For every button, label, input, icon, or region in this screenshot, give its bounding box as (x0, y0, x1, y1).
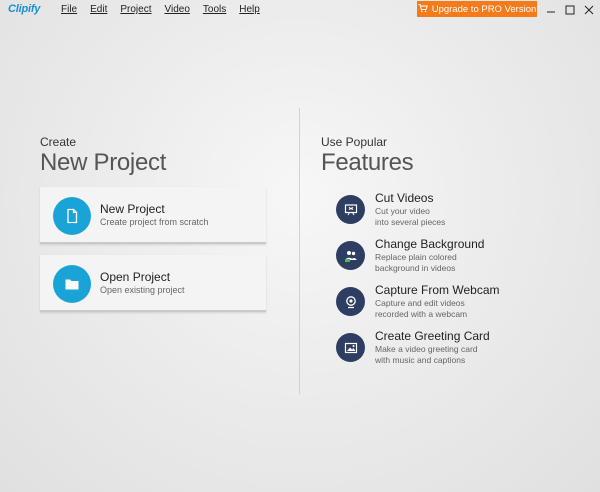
minimize-icon[interactable] (545, 3, 557, 15)
webcam-icon (336, 287, 365, 316)
feature-greeting-card[interactable]: Create Greeting Card Make a video greeti… (336, 329, 556, 373)
open-project-title: Open Project (100, 270, 171, 284)
open-project-card[interactable]: Open Project Open existing project (40, 255, 266, 312)
feature-change-background[interactable]: Change Background Replace plain colored … (336, 237, 556, 281)
feature-description: Capture and edit videos recorded with a … (375, 298, 468, 319)
create-heading-large: New Project (40, 149, 167, 176)
change-background-icon (336, 241, 365, 270)
feature-title: Change Background (375, 237, 485, 251)
upgrade-label: Upgrade to PRO Version (431, 3, 537, 15)
features-heading-large: Features (321, 149, 414, 176)
new-project-title: New Project (100, 202, 165, 216)
menu-edit[interactable]: Edit (90, 4, 107, 15)
upgrade-button[interactable]: Upgrade to PRO Version (417, 1, 537, 17)
menu-project[interactable]: Project (120, 4, 151, 15)
document-icon (53, 197, 91, 235)
column-divider (299, 108, 300, 394)
feature-title: Capture From Webcam (375, 283, 500, 297)
create-heading-small: Create (40, 135, 77, 149)
menu-help[interactable]: Help (239, 4, 260, 15)
menu-bar: File Edit Project Video Tools Help (61, 4, 273, 15)
feature-description: Make a video greeting card with music an… (375, 344, 478, 365)
features-heading-small: Use Popular (321, 135, 388, 149)
new-project-card[interactable]: New Project Create project from scratch (40, 187, 266, 244)
menu-video[interactable]: Video (164, 4, 189, 15)
feature-title: Create Greeting Card (375, 329, 490, 343)
title-bar: Clipify File Edit Project Video Tools He… (0, 0, 600, 20)
feature-cut-videos[interactable]: Cut Videos Cut your video into several p… (336, 191, 556, 235)
video-cut-icon (336, 195, 365, 224)
menu-tools[interactable]: Tools (203, 4, 226, 15)
menu-file[interactable]: File (61, 4, 77, 15)
folder-icon (53, 265, 91, 303)
greeting-card-icon (336, 333, 365, 362)
feature-description: Replace plain colored background in vide… (375, 252, 457, 273)
cart-icon (418, 3, 428, 16)
app-logo: Clipify (8, 3, 41, 15)
open-project-subtitle: Open existing project (100, 285, 185, 295)
feature-capture-webcam[interactable]: Capture From Webcam Capture and edit vid… (336, 283, 556, 327)
close-icon[interactable] (583, 3, 595, 15)
new-project-subtitle: Create project from scratch (100, 217, 209, 227)
feature-title: Cut Videos (375, 191, 434, 205)
feature-description: Cut your video into several pieces (375, 206, 446, 227)
maximize-icon[interactable] (564, 3, 576, 15)
